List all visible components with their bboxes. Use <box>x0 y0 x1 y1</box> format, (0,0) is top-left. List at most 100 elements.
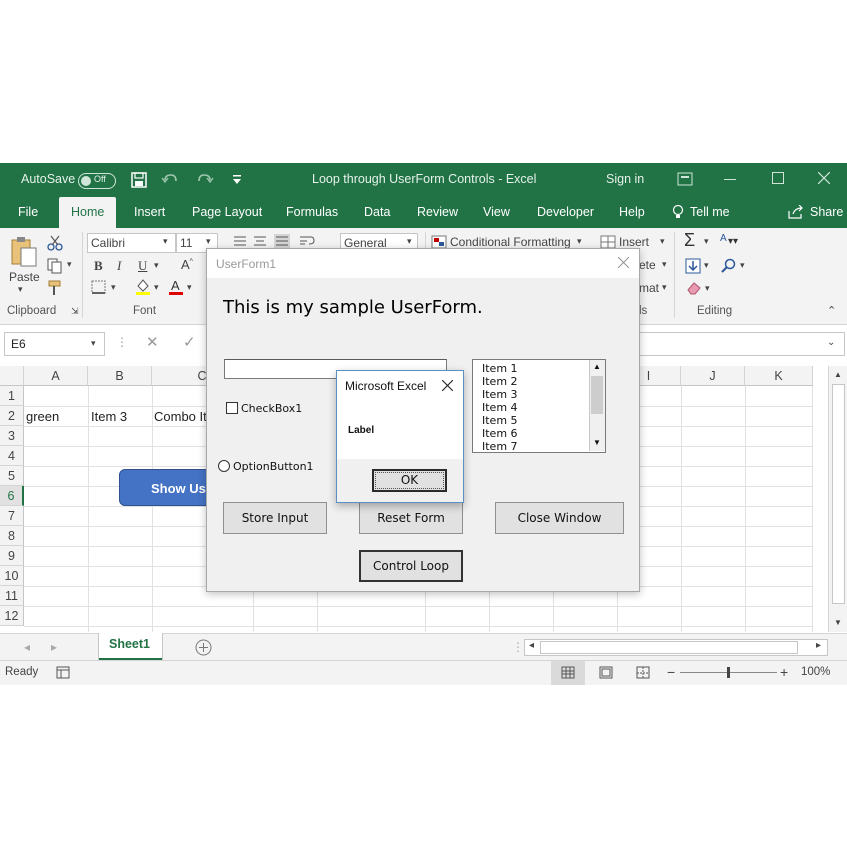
redo-icon[interactable] <box>194 172 216 188</box>
page-layout-view-icon[interactable] <box>599 666 613 679</box>
splitter-icon[interactable]: ⋮ <box>512 640 524 654</box>
close-icon[interactable] <box>618 257 629 268</box>
tab-home[interactable]: Home <box>59 197 117 228</box>
bold-icon[interactable]: B <box>94 258 103 274</box>
macro-recording-icon[interactable] <box>56 666 70 679</box>
fill-color-icon[interactable] <box>135 278 151 296</box>
customize-qat-icon[interactable] <box>232 174 242 186</box>
next-sheet-icon[interactable]: ▸ <box>51 640 57 654</box>
tab-file[interactable]: File <box>18 205 38 219</box>
scroll-left-icon[interactable]: ◂ <box>529 640 534 651</box>
font-color-icon[interactable]: A <box>168 278 184 296</box>
userform-titlebar[interactable]: UserForm1 <box>207 249 639 278</box>
list-item[interactable]: Item 7 <box>482 440 518 452</box>
font-color-dropdown-icon[interactable]: ▾ <box>187 282 192 293</box>
row-header[interactable]: 5 <box>0 466 24 486</box>
collapse-ribbon-icon[interactable]: ⌃ <box>827 304 836 317</box>
reset-form-button[interactable]: Reset Form <box>359 502 463 534</box>
list-item[interactable]: Item 5 <box>482 414 518 427</box>
row-header[interactable]: 3 <box>0 426 24 446</box>
underline-icon[interactable]: U <box>138 258 147 274</box>
normal-view-button[interactable] <box>551 661 585 685</box>
row-header[interactable]: 12 <box>0 606 24 626</box>
close-window-icon[interactable] <box>818 172 830 184</box>
row-header[interactable]: 8 <box>0 526 24 546</box>
column-header-k[interactable]: K <box>745 366 813 386</box>
tab-formulas[interactable]: Formulas <box>286 205 338 219</box>
list-item[interactable]: Item 2 <box>482 375 518 388</box>
cell-b2[interactable]: Item 3 <box>91 409 127 424</box>
clear-dropdown-icon[interactable]: ▾ <box>705 283 710 294</box>
autosum-dropdown-icon[interactable]: ▾ <box>704 236 709 247</box>
cut-icon[interactable] <box>47 235 63 251</box>
row-header[interactable]: 9 <box>0 546 24 566</box>
fill-dropdown-icon[interactable]: ▾ <box>704 260 709 271</box>
wrap-text-icon[interactable] <box>299 234 315 248</box>
store-input-button[interactable]: Store Input <box>223 502 327 534</box>
name-box[interactable]: E6 ▾ <box>4 332 105 356</box>
paste-icon[interactable] <box>10 236 38 268</box>
select-all-corner[interactable] <box>0 366 24 386</box>
conditional-formatting-button[interactable]: Conditional Formatting <box>450 235 571 249</box>
expand-formula-icon[interactable]: ⌄ <box>827 337 835 348</box>
sort-filter-funnel-icon[interactable]: ▾▾ <box>728 236 738 247</box>
underline-dropdown-icon[interactable]: ▾ <box>154 260 159 271</box>
zoom-slider-thumb[interactable] <box>727 667 730 678</box>
borders-dropdown-icon[interactable]: ▾ <box>111 282 116 293</box>
add-sheet-icon[interactable] <box>195 639 212 656</box>
hscroll-thumb[interactable] <box>540 641 798 654</box>
confirm-entry-icon[interactable]: ✓ <box>183 333 196 351</box>
fill-color-dropdown-icon[interactable]: ▾ <box>154 282 159 293</box>
ok-button[interactable]: OK <box>372 469 447 492</box>
cancel-entry-icon[interactable]: ✕ <box>146 333 159 351</box>
option-button1[interactable] <box>218 460 230 472</box>
list-item[interactable]: Item 4 <box>482 401 518 414</box>
tab-insert[interactable]: Insert <box>134 205 165 219</box>
format-painter-icon[interactable] <box>47 280 63 296</box>
autosum-icon[interactable]: Σ <box>684 230 695 251</box>
tab-data[interactable]: Data <box>364 205 390 219</box>
italic-icon[interactable]: I <box>117 258 121 274</box>
vertical-scrollbar[interactable]: ▲ ▼ <box>828 366 847 632</box>
row-header[interactable]: 4 <box>0 446 24 466</box>
save-icon[interactable] <box>131 172 147 188</box>
undo-icon[interactable] <box>160 172 182 188</box>
copy-icon[interactable] <box>47 258 63 274</box>
show-userform-shape-button[interactable]: Show Use <box>119 469 214 506</box>
listbox-scrollbar[interactable]: ▲ ▼ <box>589 360 605 451</box>
row-header[interactable]: 10 <box>0 566 24 586</box>
column-header-a[interactable]: A <box>24 366 88 386</box>
scroll-thumb[interactable] <box>591 376 603 414</box>
tell-me-search[interactable]: Tell me <box>690 205 730 219</box>
row-header[interactable]: 11 <box>0 586 24 606</box>
clear-icon[interactable] <box>686 281 702 295</box>
paste-label[interactable]: Paste <box>9 270 40 284</box>
formula-input[interactable]: ⌄ <box>637 332 845 356</box>
checkbox1[interactable] <box>226 402 238 414</box>
zoom-level[interactable]: 100% <box>801 666 830 678</box>
insert-cells-icon[interactable] <box>600 235 616 249</box>
close-window-button[interactable]: Close Window <box>495 502 624 534</box>
cell-a2[interactable]: green <box>26 409 59 424</box>
scroll-up-icon[interactable]: ▲ <box>593 362 601 371</box>
tab-developer[interactable]: Developer <box>537 205 594 219</box>
copy-dropdown-icon[interactable]: ▾ <box>67 259 72 270</box>
maximize-icon[interactable] <box>772 172 784 184</box>
tab-review[interactable]: Review <box>417 205 458 219</box>
format-cells-button[interactable]: mat <box>639 281 659 295</box>
fill-icon[interactable] <box>685 258 701 274</box>
minimize-icon[interactable] <box>724 178 736 182</box>
row-header[interactable]: 7 <box>0 506 24 526</box>
control-loop-button[interactable]: Control Loop <box>359 550 463 582</box>
scroll-down-icon[interactable]: ▼ <box>593 438 601 447</box>
prev-sheet-icon[interactable]: ◂ <box>24 640 30 654</box>
increase-font-icon[interactable]: A^ <box>181 257 193 272</box>
clipboard-launcher-icon[interactable]: ⇲ <box>71 306 79 317</box>
find-select-icon[interactable] <box>721 258 737 274</box>
cell-c2[interactable]: Combo It <box>154 409 207 424</box>
horizontal-scrollbar[interactable]: ◂ ▸ <box>524 639 828 656</box>
listbox[interactable]: Item 1 Item 2 Item 3 Item 4 Item 5 Item … <box>472 359 606 453</box>
scroll-right-icon[interactable]: ▸ <box>816 640 821 651</box>
checkbox1-label[interactable]: CheckBox1 <box>241 402 302 415</box>
row-header[interactable]: 1 <box>0 386 24 406</box>
